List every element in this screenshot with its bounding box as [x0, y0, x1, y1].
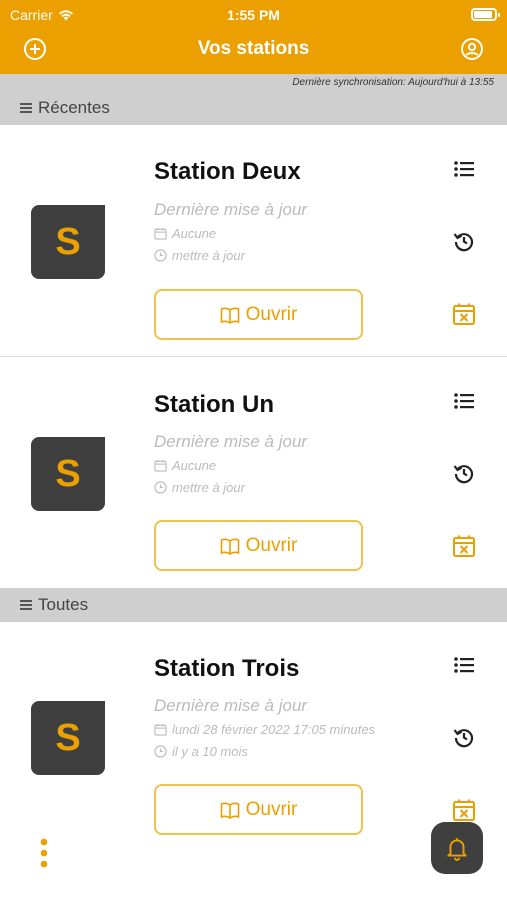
section-label: Récentes: [38, 98, 110, 117]
ago-text: mettre à jour: [172, 248, 245, 263]
station-logo: S: [31, 437, 105, 511]
status-bar: Carrier 1:55 PM: [0, 5, 507, 25]
book-icon: [220, 307, 239, 324]
open-button-label: Ouvrir: [245, 798, 298, 820]
bell-icon: [447, 838, 467, 861]
list-icon[interactable]: [452, 653, 476, 677]
page-title: Vos stations: [197, 38, 310, 59]
book-icon: [220, 802, 239, 819]
calendar-remove-icon[interactable]: [452, 798, 476, 822]
sync-status: Dernière synchronisation: Aujourd'hui à …: [0, 74, 507, 91]
section-header-recent: Récentes: [0, 91, 507, 125]
last-update-label: Dernière mise à jour: [154, 696, 308, 715]
ago-text: il y a 10 mois: [172, 744, 248, 759]
open-button[interactable]: Ouvrir: [154, 784, 363, 835]
open-button[interactable]: Ouvrir: [154, 289, 363, 340]
date-text: Aucune: [172, 458, 217, 473]
history-icon[interactable]: [452, 725, 476, 749]
menu-icon: [20, 103, 32, 113]
last-update-label: Dernière mise à jour: [154, 200, 308, 219]
station-card: S Station Deux Dernière mise à jour Aucu…: [0, 125, 507, 357]
nav-header: Carrier 1:55 PM Vos stations: [0, 0, 507, 74]
calendar-remove-icon[interactable]: [452, 302, 476, 326]
last-update-ago: mettre à jour: [154, 248, 245, 263]
last-update-date: lundi 28 février 2022 17:05 minutes: [154, 722, 375, 737]
notifications-button[interactable]: [431, 822, 483, 874]
more-options-icon[interactable]: [37, 838, 51, 868]
station-name: Station Deux: [154, 158, 301, 185]
station-card: S Station Un Dernière mise à jour Aucune…: [0, 358, 507, 588]
calendar-icon: [154, 459, 167, 472]
section-label: Toutes: [38, 595, 89, 614]
open-button[interactable]: Ouvrir: [154, 520, 363, 571]
station-logo: S: [31, 701, 105, 775]
last-update-ago: mettre à jour: [154, 480, 245, 495]
last-update-ago: il y a 10 mois: [154, 744, 248, 759]
section-header-all: Toutes: [0, 588, 507, 622]
ago-text: mettre à jour: [172, 480, 245, 495]
clock-icon: [154, 249, 167, 262]
station-logo: S: [31, 205, 105, 279]
calendar-icon: [154, 227, 167, 240]
battery-icon: [471, 8, 500, 21]
calendar-icon: [154, 723, 167, 736]
station-name: Station Un: [154, 391, 274, 418]
history-icon[interactable]: [452, 461, 476, 485]
calendar-remove-icon[interactable]: [452, 534, 476, 558]
menu-icon: [20, 600, 32, 610]
history-icon[interactable]: [452, 229, 476, 253]
station-name: Station Trois: [154, 655, 300, 682]
open-button-label: Ouvrir: [245, 303, 298, 325]
last-update-label: Dernière mise à jour: [154, 432, 308, 451]
clock-icon: [154, 745, 167, 758]
open-button-label: Ouvrir: [245, 534, 298, 556]
status-time: 1:55 PM: [227, 7, 280, 23]
list-icon[interactable]: [452, 389, 476, 413]
last-update-date: Aucune: [154, 226, 216, 241]
account-icon[interactable]: [460, 37, 484, 61]
clock-icon: [154, 481, 167, 494]
list-icon[interactable]: [452, 157, 476, 181]
book-icon: [220, 538, 239, 555]
last-update-date: Aucune: [154, 458, 216, 473]
date-text: lundi 28 février 2022 17:05 minutes: [172, 722, 376, 737]
date-text: Aucune: [172, 226, 217, 241]
